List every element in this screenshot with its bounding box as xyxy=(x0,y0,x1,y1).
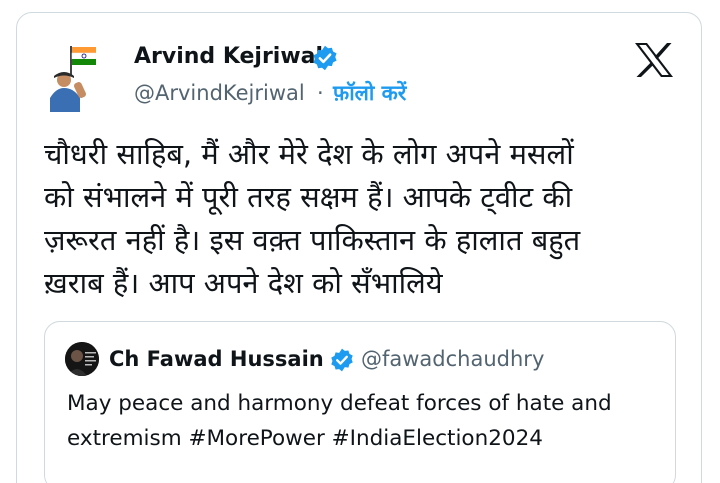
verified-badge-icon xyxy=(313,45,337,71)
tweet-text: चौधरी साहिब, मैं और मेरे देश के लोग अपने… xyxy=(44,133,684,305)
quoted-tweet-text: May peace and harmony defeat forces of h… xyxy=(67,386,667,456)
quoted-avatar-image xyxy=(65,342,99,376)
tweet-text-line: ख़राब हैं। आप अपने देश को सँभालिये xyxy=(44,266,443,300)
quoted-text-line: extremism #MorePower #IndiaElection2024 xyxy=(67,426,543,451)
follow-button[interactable]: फ़ॉलो करें xyxy=(333,78,406,108)
tweet-text-line: ज़रूरत नहीं है। इस वक़्त पाकिस्तान के हा… xyxy=(44,223,581,257)
tweet-text-line: को संभालने में पूरी तरह सक्षम हैं। आपके … xyxy=(44,180,573,214)
quoted-tweet[interactable]: Ch Fawad Hussain @fawadchaudhry May peac… xyxy=(44,321,676,483)
avatar-image xyxy=(50,46,96,112)
quoted-author-handle[interactable]: @fawadchaudhry xyxy=(361,344,544,374)
author-name[interactable]: Arvind Kejriwal xyxy=(134,42,323,72)
tweet-text-line: चौधरी साहिब, मैं और मेरे देश के लोग अपने… xyxy=(44,137,574,171)
quoted-author-name[interactable]: Ch Fawad Hussain xyxy=(109,344,324,374)
quoted-verified-badge-icon xyxy=(331,348,353,372)
x-logo-icon[interactable] xyxy=(634,42,674,78)
quoted-author-avatar[interactable] xyxy=(65,342,99,376)
page: Arvind Kejriwal @ArvindKejriwal · फ़ॉलो … xyxy=(0,0,720,483)
author-avatar[interactable] xyxy=(50,42,96,112)
author-handle[interactable]: @ArvindKejriwal xyxy=(134,78,305,108)
separator-dot: · xyxy=(317,81,324,105)
quoted-text-line: May peace and harmony defeat forces of h… xyxy=(67,391,612,416)
